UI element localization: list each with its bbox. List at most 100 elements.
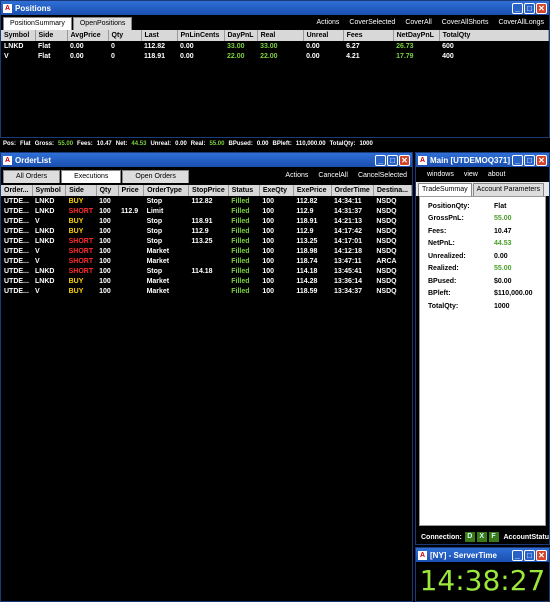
servertime-window: A [NY] - ServerTime _ □ ✕ 14:38:27	[415, 547, 550, 602]
unreal-label: Unreal:	[150, 141, 172, 147]
column-header[interactable]: Last	[141, 30, 178, 41]
close-icon[interactable]: ✕	[536, 549, 547, 561]
column-header[interactable]: Symbol	[32, 185, 67, 196]
column-header[interactable]: PnLinCents	[177, 30, 225, 41]
minimize-icon[interactable]: _	[512, 154, 523, 166]
column-header[interactable]: ExePrice	[293, 185, 332, 196]
table-row[interactable]: UTDE... LNKD SHORT 100 112.9 Limit Filled 100 11…	[1, 206, 412, 216]
cancel-all-button[interactable]: CancelAll	[313, 168, 353, 183]
table-cell: NSDQ	[376, 227, 397, 235]
table-cell: 100	[262, 287, 275, 295]
close-icon[interactable]: ✕	[536, 154, 547, 166]
table-cell: Stop	[146, 267, 163, 275]
summary-row: PositionQty: Flat	[428, 200, 545, 213]
close-icon[interactable]: ✕	[399, 154, 410, 166]
tab-open-positions[interactable]: OpenPositions	[72, 17, 133, 30]
column-header[interactable]: Price	[118, 185, 145, 196]
cover-all-longs-button[interactable]: CoverAllLongs	[493, 15, 549, 30]
table-cell: UTDE...	[4, 277, 29, 285]
menu-windows[interactable]: windows	[422, 167, 459, 182]
table-row[interactable]: UTDE... LNKD SHORT 100 Stop 113.25 Filled 100 11…	[1, 236, 412, 246]
maximize-icon[interactable]: □	[524, 154, 535, 166]
column-header[interactable]: TotalQty	[439, 30, 550, 41]
main-titlebar[interactable]: A Main [UTDEMOQ371] _ □ ✕	[416, 153, 549, 167]
table-cell: UTDE...	[4, 217, 29, 225]
cover-all-button[interactable]: CoverAll	[400, 15, 436, 30]
table-cell: 100	[262, 257, 275, 265]
table-cell: 100	[99, 247, 111, 255]
menu-view[interactable]: view	[459, 167, 483, 182]
table-cell: 0.00	[180, 52, 194, 60]
table-cell: SHORT	[68, 267, 94, 275]
tab-account-parameters[interactable]: Account Parameters	[472, 183, 545, 196]
table-row[interactable]: LNKD Flat 0.00 0 112.82 0.00 33.00 33.00…	[1, 41, 549, 51]
table-row[interactable]: UTDE... LNKD BUY 100 Stop 112.9 Filled 100 112.9…	[1, 226, 412, 236]
net-label: Net:	[115, 141, 128, 147]
column-header[interactable]: Unreal	[303, 30, 344, 41]
orderlist-titlebar[interactable]: A OrderList _ □ ✕	[1, 153, 412, 167]
column-header[interactable]: Status	[228, 185, 260, 196]
table-row[interactable]: UTDE... V SHORT 100 Market Filled 100 118.74 13:…	[1, 256, 412, 266]
servertime-title: [NY] - ServerTime	[430, 550, 497, 560]
table-cell: 112.82	[144, 42, 166, 50]
maximize-icon[interactable]: □	[524, 2, 535, 14]
minimize-icon[interactable]: _	[512, 2, 523, 14]
column-header[interactable]: OrderTime	[331, 185, 374, 196]
column-header[interactable]: StopPrice	[188, 185, 229, 196]
column-header[interactable]: Symbol	[1, 30, 36, 41]
tab-position-summary[interactable]: PositionSummary	[3, 17, 72, 30]
table-row[interactable]: UTDE... LNKD BUY 100 Stop 112.82 Filled 100 112.…	[1, 196, 412, 206]
column-header[interactable]: Side	[35, 30, 68, 41]
column-header[interactable]: Qty	[96, 185, 119, 196]
tab-executions[interactable]: Executions	[61, 170, 122, 183]
column-header[interactable]: Order...	[1, 185, 33, 196]
summary-value: $0.00	[494, 277, 512, 285]
table-row[interactable]: V Flat 0.00 0 118.91 0.00 22.00 22.00 0.…	[1, 51, 549, 61]
table-cell: 13:45:41	[334, 267, 363, 275]
table-row[interactable]: UTDE... V BUY 100 Stop 118.91 Filled 100 118.91 1…	[1, 216, 412, 226]
table-cell: 400	[442, 52, 454, 60]
tab-open-orders[interactable]: Open Orders	[122, 170, 189, 183]
table-row[interactable]: UTDE... V SHORT 100 Market Filled 100 118.98 14:…	[1, 246, 412, 256]
summary-row: GrossPnL: 55.00	[428, 213, 545, 226]
table-row[interactable]: UTDE... LNKD SHORT 100 Stop 114.18 Filled 100 11…	[1, 266, 412, 276]
menu-about[interactable]: about	[483, 167, 511, 182]
tab-trade-summary[interactable]: TradeSummay	[418, 183, 472, 196]
orders-actions-menu[interactable]: Actions	[280, 168, 313, 183]
table-cell: 0.00	[306, 42, 320, 50]
table-cell: 14:17:42	[334, 227, 363, 235]
column-header[interactable]: NetDayPnL	[393, 30, 440, 41]
maximize-icon[interactable]: □	[387, 154, 398, 166]
table-cell	[118, 216, 144, 226]
positions-actions-menu[interactable]: Actions	[311, 15, 344, 30]
cover-selected-button[interactable]: CoverSelected	[344, 15, 400, 30]
servertime-titlebar[interactable]: A [NY] - ServerTime _ □ ✕	[416, 548, 549, 562]
close-icon[interactable]: ✕	[536, 2, 547, 14]
table-row[interactable]: UTDE... LNKD BUY 100 Market Filled 100 114.28 13…	[1, 276, 412, 286]
table-cell: Market	[146, 277, 170, 285]
table-row[interactable]: UTDE... V BUY 100 Market Filled 100 118.59 13:34…	[1, 286, 412, 296]
cancel-selected-button[interactable]: CancelSelected	[353, 168, 412, 183]
column-header[interactable]: AvgPrice	[67, 30, 109, 41]
column-header[interactable]: Qty	[108, 30, 142, 41]
table-cell: Filled	[231, 287, 250, 295]
table-cell: Filled	[231, 247, 250, 255]
minimize-icon[interactable]: _	[375, 154, 386, 166]
tab-all-orders[interactable]: All Orders	[3, 170, 61, 183]
column-header[interactable]: ExeQty	[259, 185, 294, 196]
maximize-icon[interactable]: □	[524, 549, 535, 561]
column-header[interactable]: OrderType	[143, 185, 190, 196]
cover-all-shorts-button[interactable]: CoverAllShorts	[437, 15, 494, 30]
table-cell: V	[35, 257, 40, 265]
column-header[interactable]: Real	[257, 30, 304, 41]
table-cell: Flat	[38, 52, 51, 60]
column-header[interactable]: DayPnL	[224, 30, 258, 41]
positions-titlebar[interactable]: A Positions _ □ ✕	[1, 1, 549, 15]
column-header[interactable]: Side	[65, 185, 97, 196]
summary-value: 1000	[494, 302, 510, 310]
minimize-icon[interactable]: _	[512, 549, 523, 561]
column-header[interactable]: Destina...	[373, 185, 413, 196]
table-cell: V	[4, 52, 9, 60]
table-cell: 100	[99, 277, 111, 285]
column-header[interactable]: Fees	[343, 30, 394, 41]
